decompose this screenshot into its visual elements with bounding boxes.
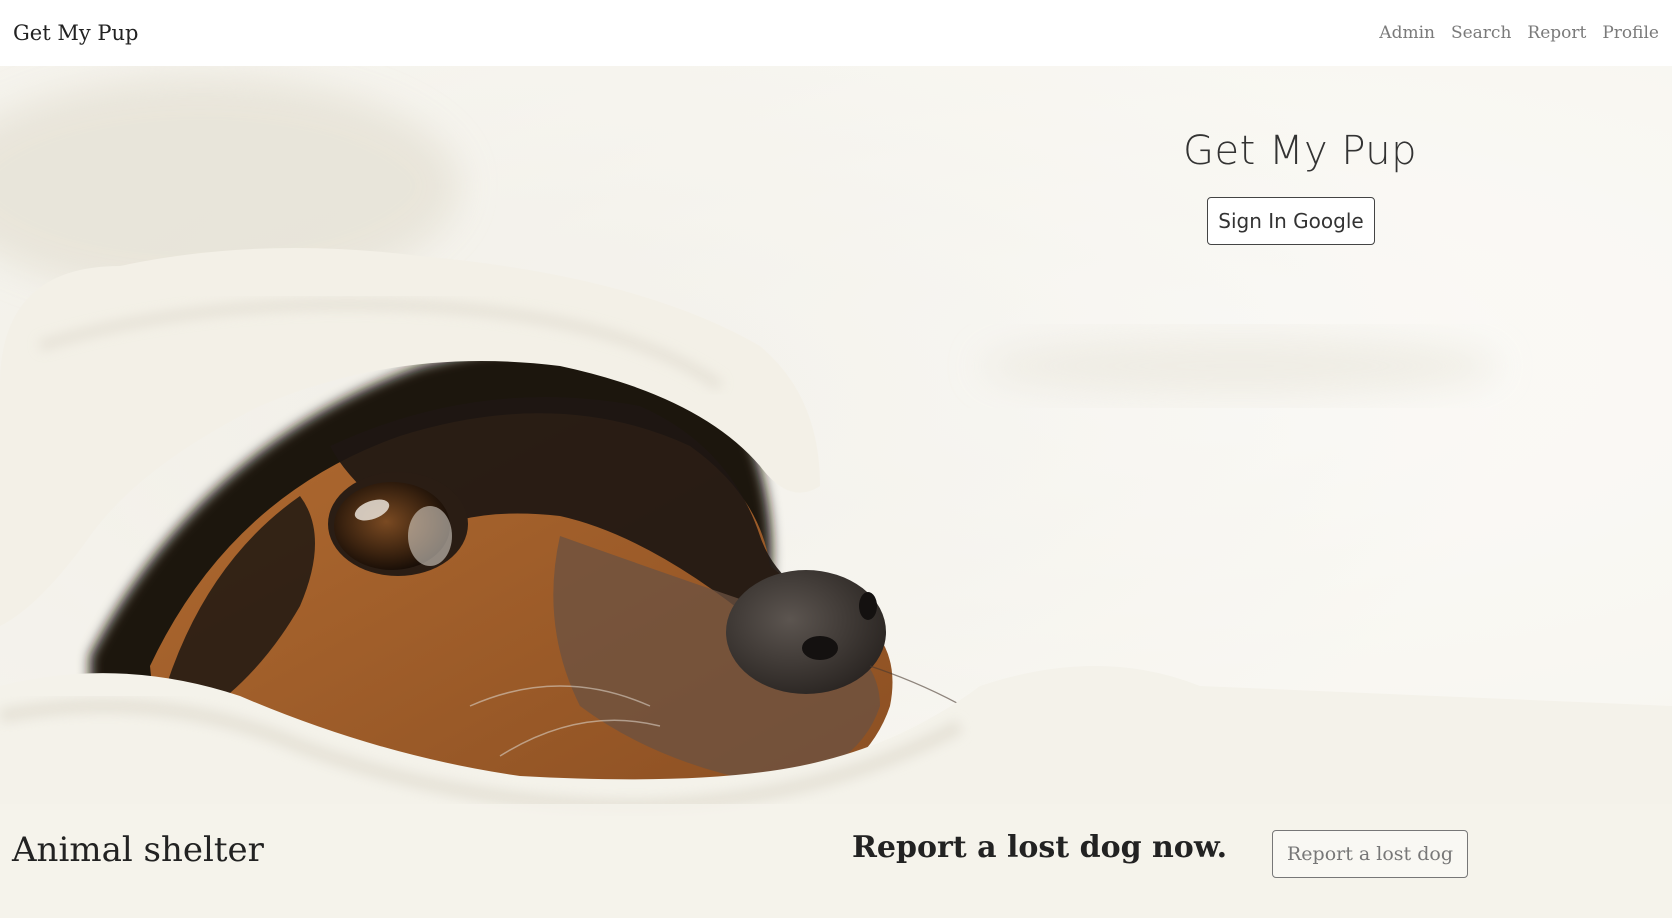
hero-section: Get My Pup Sign In Google	[0, 66, 1672, 918]
report-lost-dog-heading: Report a lost dog now.	[852, 830, 1228, 865]
nav-link-profile[interactable]: Profile	[1602, 23, 1659, 43]
hero-title: Get My Pup	[1182, 128, 1418, 174]
report-lost-dog-button[interactable]: Report a lost dog	[1272, 830, 1468, 878]
nav-links: Admin Search Report Profile	[1379, 23, 1659, 43]
nav-link-search[interactable]: Search	[1451, 23, 1511, 43]
dog-under-blanket-photo	[0, 66, 1672, 918]
animal-shelter-heading: Animal shelter	[12, 830, 264, 870]
brand-link[interactable]: Get My Pup	[13, 21, 138, 45]
sign-in-google-button[interactable]: Sign In Google	[1207, 197, 1375, 245]
call-to-action-bar: Animal shelter Report a lost dog now. Re…	[0, 804, 1672, 918]
nav-link-admin[interactable]: Admin	[1379, 23, 1435, 43]
top-navbar: Get My Pup Admin Search Report Profile	[0, 0, 1672, 66]
nav-link-report[interactable]: Report	[1527, 23, 1586, 43]
